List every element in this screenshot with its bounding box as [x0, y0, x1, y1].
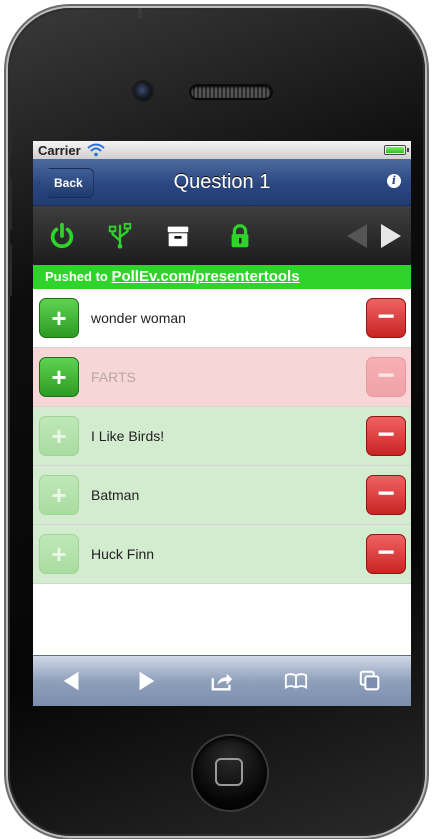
reject-button[interactable]: − [366, 298, 406, 338]
approve-button[interactable]: + [39, 416, 79, 456]
reject-button[interactable]: − [366, 357, 406, 397]
share-icon[interactable] [209, 668, 235, 694]
bookmarks-icon[interactable] [283, 668, 309, 694]
presenter-toolbar [33, 206, 411, 265]
home-button[interactable] [193, 736, 267, 810]
earpiece-speaker [191, 86, 271, 98]
power-icon[interactable] [47, 221, 77, 251]
archive-icon[interactable] [163, 221, 193, 251]
info-icon[interactable]: i [387, 174, 401, 188]
list-item: + I Like Birds! − [33, 407, 411, 466]
list-item: + Huck Finn − [33, 525, 411, 584]
wifi-icon [86, 143, 105, 157]
arrow-left-icon[interactable] [347, 224, 367, 248]
mute-switch[interactable] [8, 124, 12, 154]
approve-button[interactable]: + [39, 534, 79, 574]
phone-screen: Carrier Back Question 1 i Pushed to Poll… [33, 141, 411, 706]
home-square-icon [215, 758, 243, 786]
reject-button[interactable]: − [366, 416, 406, 456]
status-bar: Carrier [33, 141, 411, 159]
pushed-banner: Pushed to PollEv.com/presentertools [33, 265, 411, 289]
power-hardware-button[interactable] [138, 8, 142, 18]
response-label: Batman [91, 487, 140, 503]
response-label: Huck Finn [91, 546, 155, 562]
arrow-right-icon[interactable] [381, 224, 401, 248]
forward-icon[interactable] [133, 668, 159, 694]
response-label: FARTS [91, 369, 136, 385]
response-label: wonder woman [91, 310, 186, 326]
reject-button[interactable]: − [366, 475, 406, 515]
approve-button[interactable]: + [39, 298, 79, 338]
carrier-label: Carrier [38, 142, 81, 158]
response-label: I Like Birds! [91, 428, 165, 444]
pushed-prefix: Pushed to [45, 269, 112, 284]
battery-icon [384, 145, 409, 155]
page-title: Question 1 [173, 171, 271, 193]
usb-icon[interactable] [105, 221, 135, 251]
list-item: + wonder woman − [33, 289, 411, 348]
front-camera [134, 82, 152, 100]
reject-button[interactable]: − [366, 534, 406, 574]
volume-up-button[interactable] [8, 178, 12, 230]
approve-button[interactable]: + [39, 475, 79, 515]
lock-icon[interactable] [225, 221, 255, 251]
pushed-link[interactable]: PollEv.com/presentertools [111, 268, 299, 285]
response-list: + wonder woman − + FARTS − + I Like Bird… [33, 289, 411, 584]
back-icon[interactable] [59, 668, 85, 694]
browser-bottom-bar [33, 655, 411, 706]
approve-button[interactable]: + [39, 357, 79, 397]
tabs-icon[interactable] [357, 668, 383, 694]
volume-down-button[interactable] [8, 244, 12, 296]
navigation-bar: Back Question 1 i [33, 159, 411, 206]
list-item: + FARTS − [33, 348, 411, 407]
list-item: + Batman − [33, 466, 411, 525]
